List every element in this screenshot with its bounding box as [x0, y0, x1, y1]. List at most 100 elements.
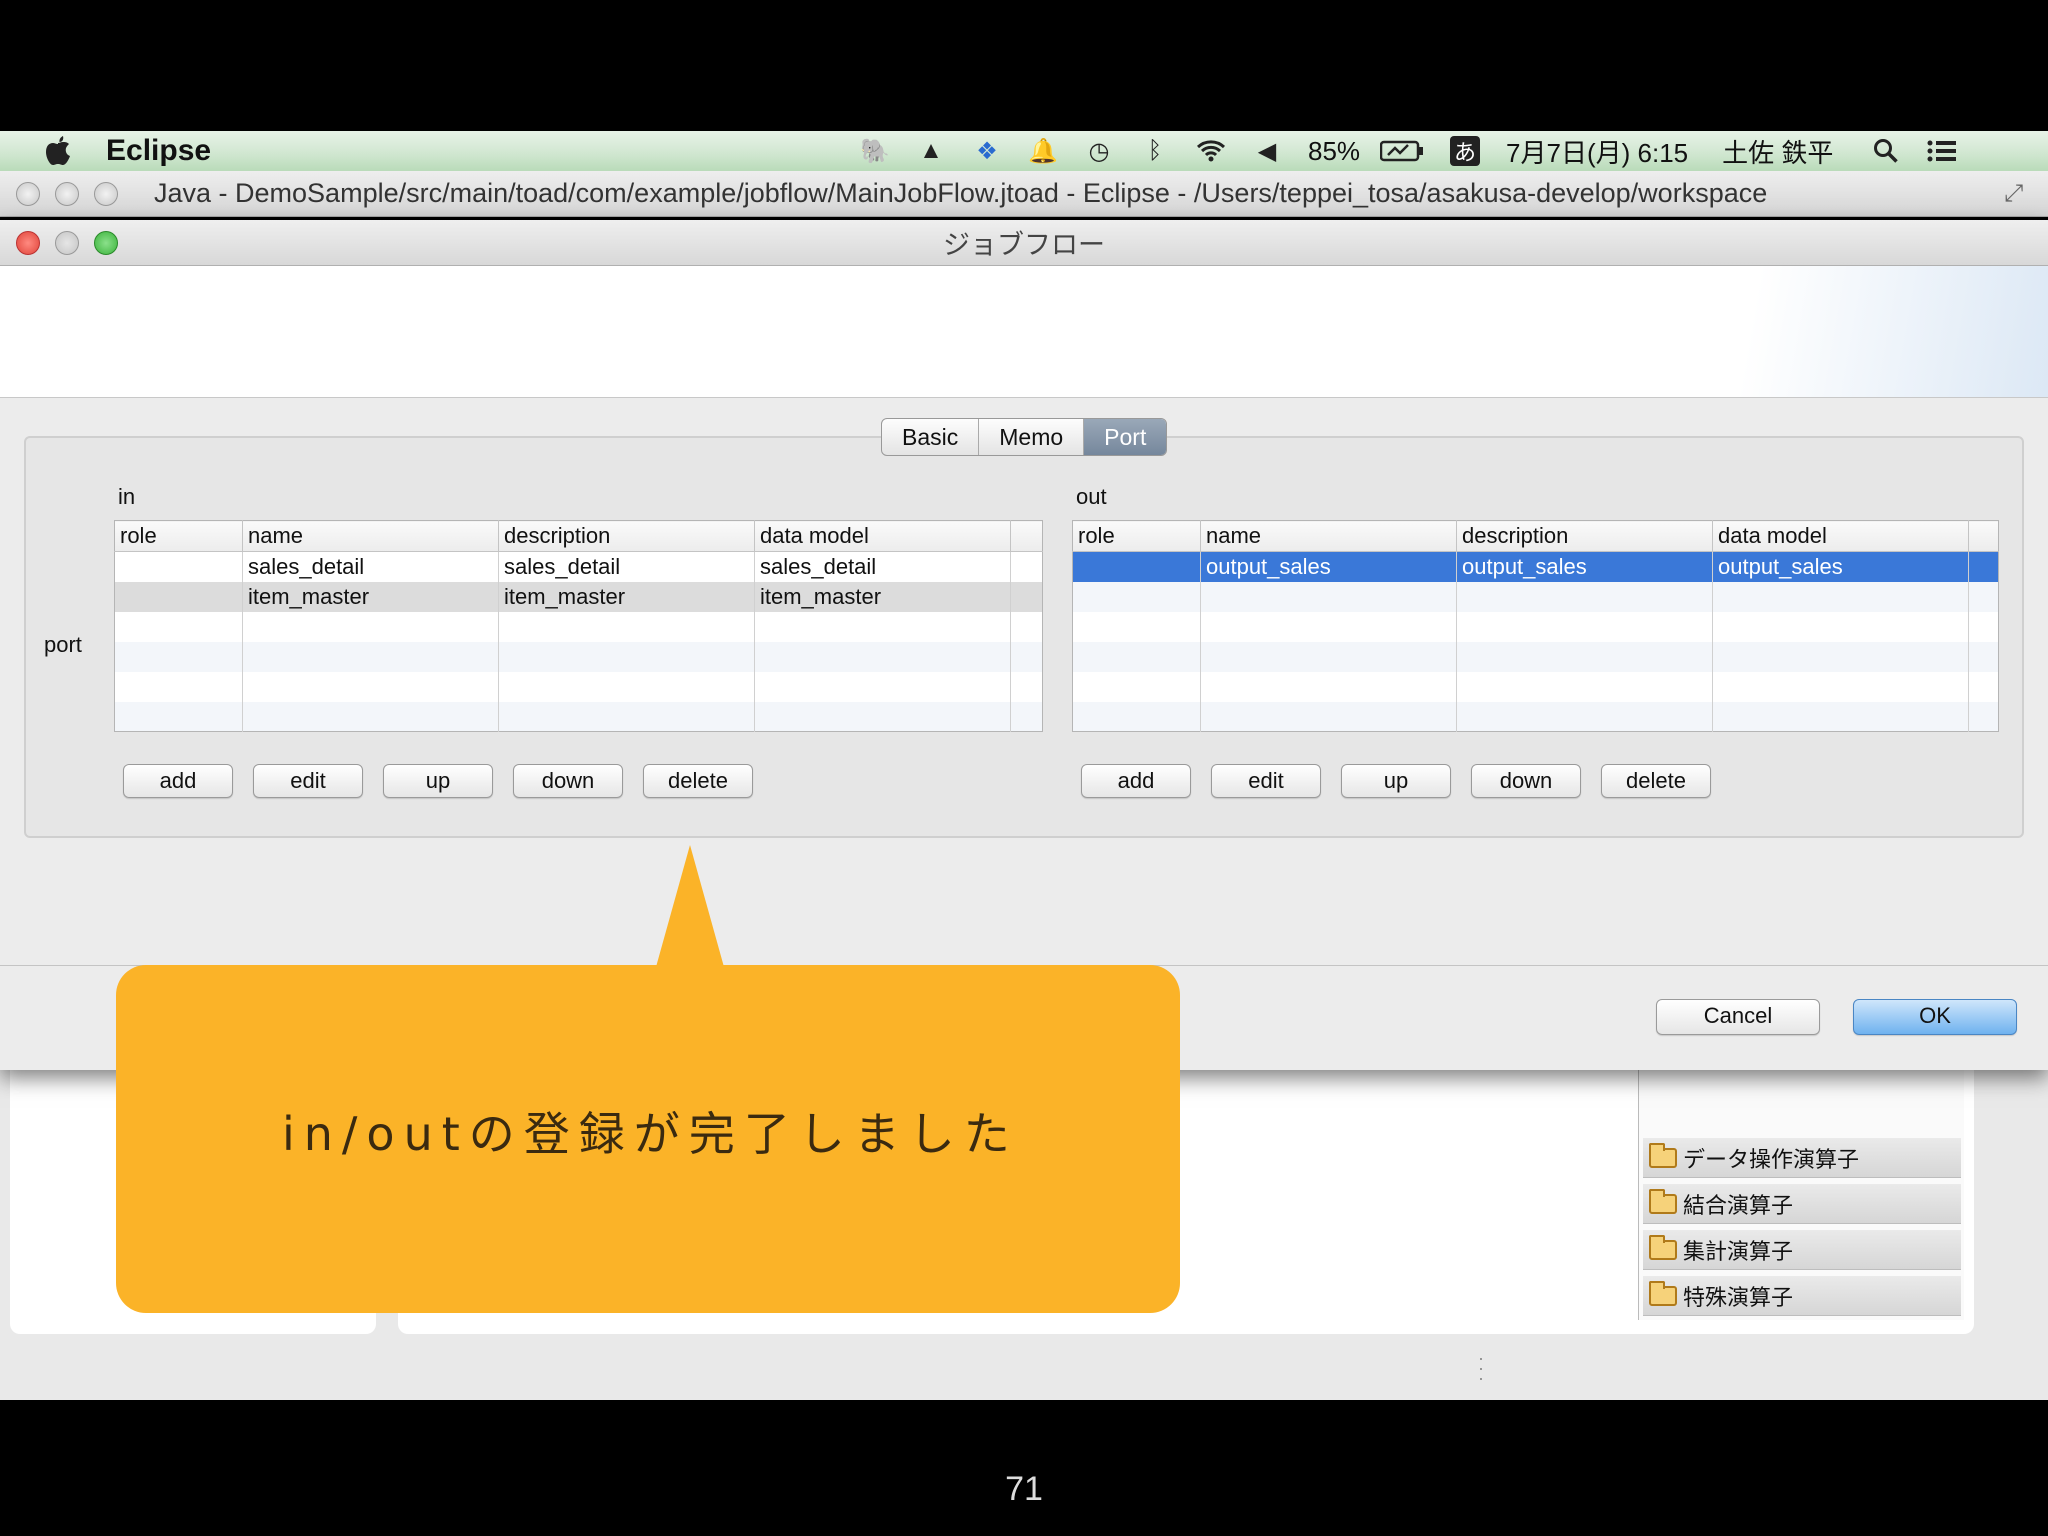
in-label: in: [118, 484, 136, 509]
eclipse-minimize-button[interactable]: [55, 181, 79, 206]
empty-row: [114, 701, 1043, 732]
dialog-header-area: [0, 266, 2048, 398]
port-label: port: [44, 632, 82, 657]
palette-item-label: 特殊演算子: [1683, 1284, 1794, 1310]
notification-bell-icon[interactable]: 🔔: [1028, 136, 1058, 166]
in-down-button[interactable]: down: [513, 764, 623, 798]
app-name-menu[interactable]: Eclipse: [106, 134, 211, 168]
spotlight-search-icon[interactable]: [1871, 136, 1901, 166]
out-delete-button[interactable]: delete: [1601, 764, 1711, 798]
cell-filler: [1010, 581, 1043, 612]
column-header-description[interactable]: description: [1456, 520, 1713, 552]
callout-pointer: [656, 845, 724, 967]
folder-icon: [1649, 1142, 1677, 1168]
slide-page-number: 71: [1005, 1470, 1043, 1508]
cell-description: sales_detail: [498, 551, 755, 582]
palette-item-special-operators[interactable]: 特殊演算子: [1643, 1276, 1961, 1316]
callout-text: in/outの登録が完了しました: [282, 1107, 1019, 1161]
cancel-button[interactable]: Cancel: [1656, 999, 1820, 1035]
fullscreen-icon[interactable]: ⤢: [2004, 180, 2032, 208]
apple-menu-icon[interactable]: [38, 131, 78, 171]
dropbox-icon[interactable]: ❖: [972, 136, 1002, 166]
tab-port[interactable]: Port: [1084, 419, 1167, 455]
ok-button[interactable]: OK: [1853, 999, 2017, 1035]
cell-role: [1072, 551, 1201, 582]
empty-row: [114, 641, 1043, 672]
cell-role: [114, 581, 243, 612]
table-header-row: role name description data model: [1072, 520, 1999, 552]
cell-description: output_sales: [1456, 551, 1713, 582]
palette-item-label: データ操作演算子: [1683, 1146, 1860, 1172]
cell-data-model: output_sales: [1712, 551, 1969, 582]
evernote-icon[interactable]: 🐘: [860, 136, 890, 166]
out-edit-button[interactable]: edit: [1211, 764, 1321, 798]
battery-percent: 85%: [1308, 135, 1361, 166]
volume-icon[interactable]: ◀: [1252, 136, 1282, 166]
empty-row: [1072, 641, 1999, 672]
user-name[interactable]: 土佐 鉄平: [1722, 133, 1833, 170]
column-header-name[interactable]: name: [1200, 520, 1457, 552]
bluetooth-icon[interactable]: ᛒ: [1140, 136, 1170, 166]
time-machine-icon[interactable]: ◷: [1084, 136, 1114, 166]
status-area: 🐘 ▲ ❖ 🔔 ◷ ᛒ ◀ 85% あ 7月7日(月) 6:15 土佐 鉄平: [860, 131, 1983, 171]
mac-menu-bar: Eclipse 🐘 ▲ ❖ 🔔 ◷ ᛒ ◀ 85% あ 7月7日(月) 6:15…: [0, 131, 2048, 171]
tab-basic[interactable]: Basic: [882, 419, 980, 455]
column-header-filler: [1968, 520, 1999, 552]
eclipse-zoom-button[interactable]: [94, 181, 118, 206]
folder-icon: [1649, 1188, 1677, 1214]
out-label: out: [1076, 484, 1107, 509]
palette-item-join-operators[interactable]: 結合演算子: [1643, 1184, 1961, 1224]
cell-name: sales_detail: [242, 551, 499, 582]
in-edit-button[interactable]: edit: [253, 764, 363, 798]
wifi-icon[interactable]: [1196, 136, 1226, 166]
eclipse-close-button[interactable]: [16, 181, 40, 206]
table-row[interactable]: sales_detail sales_detail sales_detail: [114, 551, 1043, 582]
google-drive-icon[interactable]: ▲: [916, 136, 946, 166]
column-header-data-model[interactable]: data model: [754, 520, 1011, 552]
in-delete-button[interactable]: delete: [643, 764, 753, 798]
cell-filler: [1011, 552, 1043, 582]
operator-palette: データ操作演算子 結合演算子 集計演算子 特殊演算子: [1638, 1070, 1964, 1320]
palette-item-aggregate-operators[interactable]: 集計演算子: [1643, 1230, 1961, 1270]
empty-row: [1072, 671, 1999, 702]
column-header-filler: [1010, 520, 1043, 552]
palette-item-data-operators[interactable]: データ操作演算子: [1643, 1138, 1961, 1178]
resize-handle-icon[interactable]: · · ·: [1478, 1349, 1484, 1387]
input-method-icon[interactable]: あ: [1450, 136, 1481, 166]
folder-icon: [1649, 1234, 1677, 1260]
empty-row: [1072, 611, 1999, 642]
folder-icon: [1649, 1280, 1677, 1306]
eclipse-title-bar: Java - DemoSample/src/main/toad/com/exam…: [0, 171, 2048, 217]
tab-bar: Basic Memo Port: [881, 418, 1168, 456]
cell-description: item_master: [498, 581, 755, 612]
cell-data-model: sales_detail: [754, 551, 1011, 582]
empty-row: [114, 671, 1043, 702]
column-header-description[interactable]: description: [498, 520, 755, 552]
out-up-button[interactable]: up: [1341, 764, 1451, 798]
cell-name: output_sales: [1200, 551, 1457, 582]
tab-memo[interactable]: Memo: [979, 419, 1085, 455]
battery-icon[interactable]: [1380, 136, 1424, 166]
dialog-title-bar: ジョブフロー: [0, 220, 2048, 266]
cell-role: [114, 551, 243, 582]
out-down-button[interactable]: down: [1471, 764, 1581, 798]
palette-item-label: 結合演算子: [1683, 1192, 1794, 1218]
in-add-button[interactable]: add: [123, 764, 233, 798]
column-header-name[interactable]: name: [242, 520, 499, 552]
cell-name: item_master: [242, 581, 499, 612]
date-time[interactable]: 7月7日(月) 6:15: [1506, 133, 1688, 170]
in-port-table: role name description data model sales_d…: [114, 520, 1043, 732]
dialog-title: ジョブフロー: [943, 230, 1105, 260]
eclipse-window-title: Java - DemoSample/src/main/toad/com/exam…: [154, 178, 1768, 208]
in-up-button[interactable]: up: [383, 764, 493, 798]
empty-row: [114, 611, 1043, 642]
out-add-button[interactable]: add: [1081, 764, 1191, 798]
column-header-data-model[interactable]: data model: [1712, 520, 1969, 552]
table-row[interactable]: item_master item_master item_master: [114, 581, 1043, 612]
notification-center-icon[interactable]: [1927, 136, 1957, 166]
jobflow-dialog: ジョブフロー Basic Memo Port port in role name…: [0, 220, 2048, 1070]
table-row-selected[interactable]: output_sales output_sales output_sales: [1072, 551, 1999, 582]
column-header-role[interactable]: role: [1072, 520, 1201, 552]
empty-row: [1072, 581, 1999, 612]
column-header-role[interactable]: role: [114, 520, 243, 552]
